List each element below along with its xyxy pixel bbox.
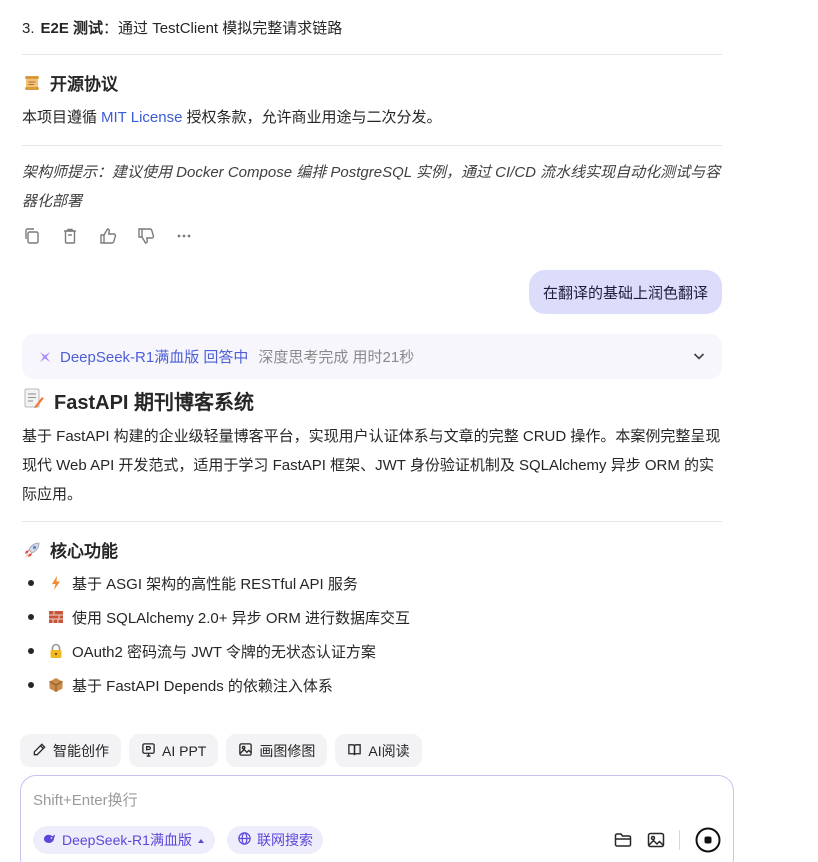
web-search-toggle[interactable]: 联网搜索 <box>227 826 323 854</box>
list-item: 基于 ASGI 架构的高性能 RESTful API 服务 <box>22 566 410 600</box>
pen-icon <box>32 742 47 760</box>
ai-read-label: AI阅读 <box>368 742 410 759</box>
lock-key-icon <box>48 643 64 659</box>
features-heading: 核心功能 <box>22 537 118 562</box>
package-icon <box>48 677 64 693</box>
copy-icon[interactable] <box>22 226 42 246</box>
ppt-icon <box>141 742 156 760</box>
image-edit-icon <box>238 742 253 760</box>
features-list: 基于 ASGI 架构的高性能 RESTful API 服务 使用 SQLAlch… <box>22 566 410 702</box>
book-icon <box>347 742 362 760</box>
image-upload-icon[interactable] <box>644 828 668 852</box>
globe-icon <box>237 831 252 849</box>
image-edit-button[interactable]: 画图修图 <box>226 734 328 767</box>
scroll-icon <box>22 73 42 93</box>
caret-up-icon <box>197 832 205 848</box>
stop-generating-button[interactable] <box>695 827 721 853</box>
model-status: DeepSeek-R1满血版 回答中 <box>60 349 249 366</box>
answer-title: FastAPI 期刊博客系统 <box>22 386 254 415</box>
thinking-status-bar[interactable]: DeepSeek-R1满血版 回答中 深度思考完成 用时21秒 <box>22 334 722 379</box>
feature-text: OAuth2 密码流与 JWT 令牌的无状态认证方案 <box>72 643 376 661</box>
web-search-label: 联网搜索 <box>257 832 313 848</box>
smart-create-label: 智能创作 <box>53 742 109 759</box>
brick-icon <box>48 609 64 625</box>
mit-license-link[interactable]: MIT License <box>101 109 182 126</box>
license-heading-text: 开源协议 <box>50 75 118 94</box>
model-selector[interactable]: DeepSeek-R1满血版 <box>33 826 215 854</box>
user-message-bubble: 在翻译的基础上润色翻译 <box>528 270 722 314</box>
bullet <box>28 614 34 620</box>
message-composer: DeepSeek-R1满血版 联网搜索 <box>20 775 734 862</box>
feature-text: 基于 ASGI 架构的高性能 RESTful API 服务 <box>72 575 358 593</box>
list-item: OAuth2 密码流与 JWT 令牌的无状态认证方案 <box>22 634 410 668</box>
bullet <box>28 580 34 586</box>
message-input[interactable] <box>33 788 713 812</box>
delete-icon[interactable] <box>60 226 80 246</box>
license-text-before: 本项目遵循 <box>22 109 98 126</box>
answer-intro: 基于 FastAPI 构建的企业级轻量博客平台，实现用户认证体系与文章的完整 C… <box>22 428 721 503</box>
list-item-text: ：通过 TestClient 模拟完整请求链路 <box>103 20 343 37</box>
answer-title-text: FastAPI 期刊博客系统 <box>54 392 255 414</box>
divider <box>22 521 722 522</box>
image-edit-label: 画图修图 <box>259 742 316 759</box>
license-paragraph: 本项目遵循 MIT License 授权条款，允许商业用途与二次分发。 <box>22 103 722 132</box>
thumbs-up-icon[interactable] <box>98 226 118 246</box>
features-heading-text: 核心功能 <box>50 542 118 561</box>
license-text-after: 授权条款，允许商业用途与二次分发。 <box>186 109 442 126</box>
more-icon[interactable] <box>174 226 194 246</box>
architect-tip: 架构师提示：建议使用 Docker Compose 编排 PostgreSQL … <box>22 164 721 210</box>
chevron-down-icon[interactable] <box>692 349 706 367</box>
divider <box>22 145 722 146</box>
memo-icon <box>22 387 44 415</box>
bullet <box>28 648 34 654</box>
bullet <box>28 682 34 688</box>
feature-text: 使用 SQLAlchemy 2.0+ 异步 ORM 进行数据库交互 <box>72 609 410 627</box>
ai-read-button[interactable]: AI阅读 <box>335 734 422 767</box>
list-item: 使用 SQLAlchemy 2.0+ 异步 ORM 进行数据库交互 <box>22 600 410 634</box>
list-number: 3. <box>22 20 35 37</box>
list-item: 基于 FastAPI Depends 的依赖注入体系 <box>22 668 410 702</box>
ai-ppt-button[interactable]: AI PPT <box>129 734 219 767</box>
divider <box>679 830 680 850</box>
license-heading: 开源协议 <box>22 70 118 95</box>
smart-create-button[interactable]: 智能创作 <box>20 734 121 767</box>
lightning-icon <box>48 575 64 591</box>
folder-icon[interactable] <box>611 828 635 852</box>
divider <box>22 54 722 55</box>
rocket-icon <box>22 540 42 560</box>
deepseek-logo-icon <box>43 832 57 849</box>
model-selector-label: DeepSeek-R1满血版 <box>62 832 192 848</box>
thinking-duration: 深度思考完成 用时21秒 <box>258 349 415 366</box>
feature-text: 基于 FastAPI Depends 的依赖注入体系 <box>72 677 333 695</box>
list-item: 3. E2E 测试：通过 TestClient 模拟完整请求链路 <box>22 17 342 38</box>
message-actions <box>22 226 194 246</box>
quick-tools: 智能创作 AI PPT 画图修图 AI阅读 <box>20 734 422 767</box>
ai-ppt-label: AI PPT <box>162 742 207 759</box>
thumbs-down-icon[interactable] <box>136 226 156 246</box>
list-item-bold: E2E 测试 <box>40 20 104 37</box>
sparkle-icon <box>38 350 52 364</box>
